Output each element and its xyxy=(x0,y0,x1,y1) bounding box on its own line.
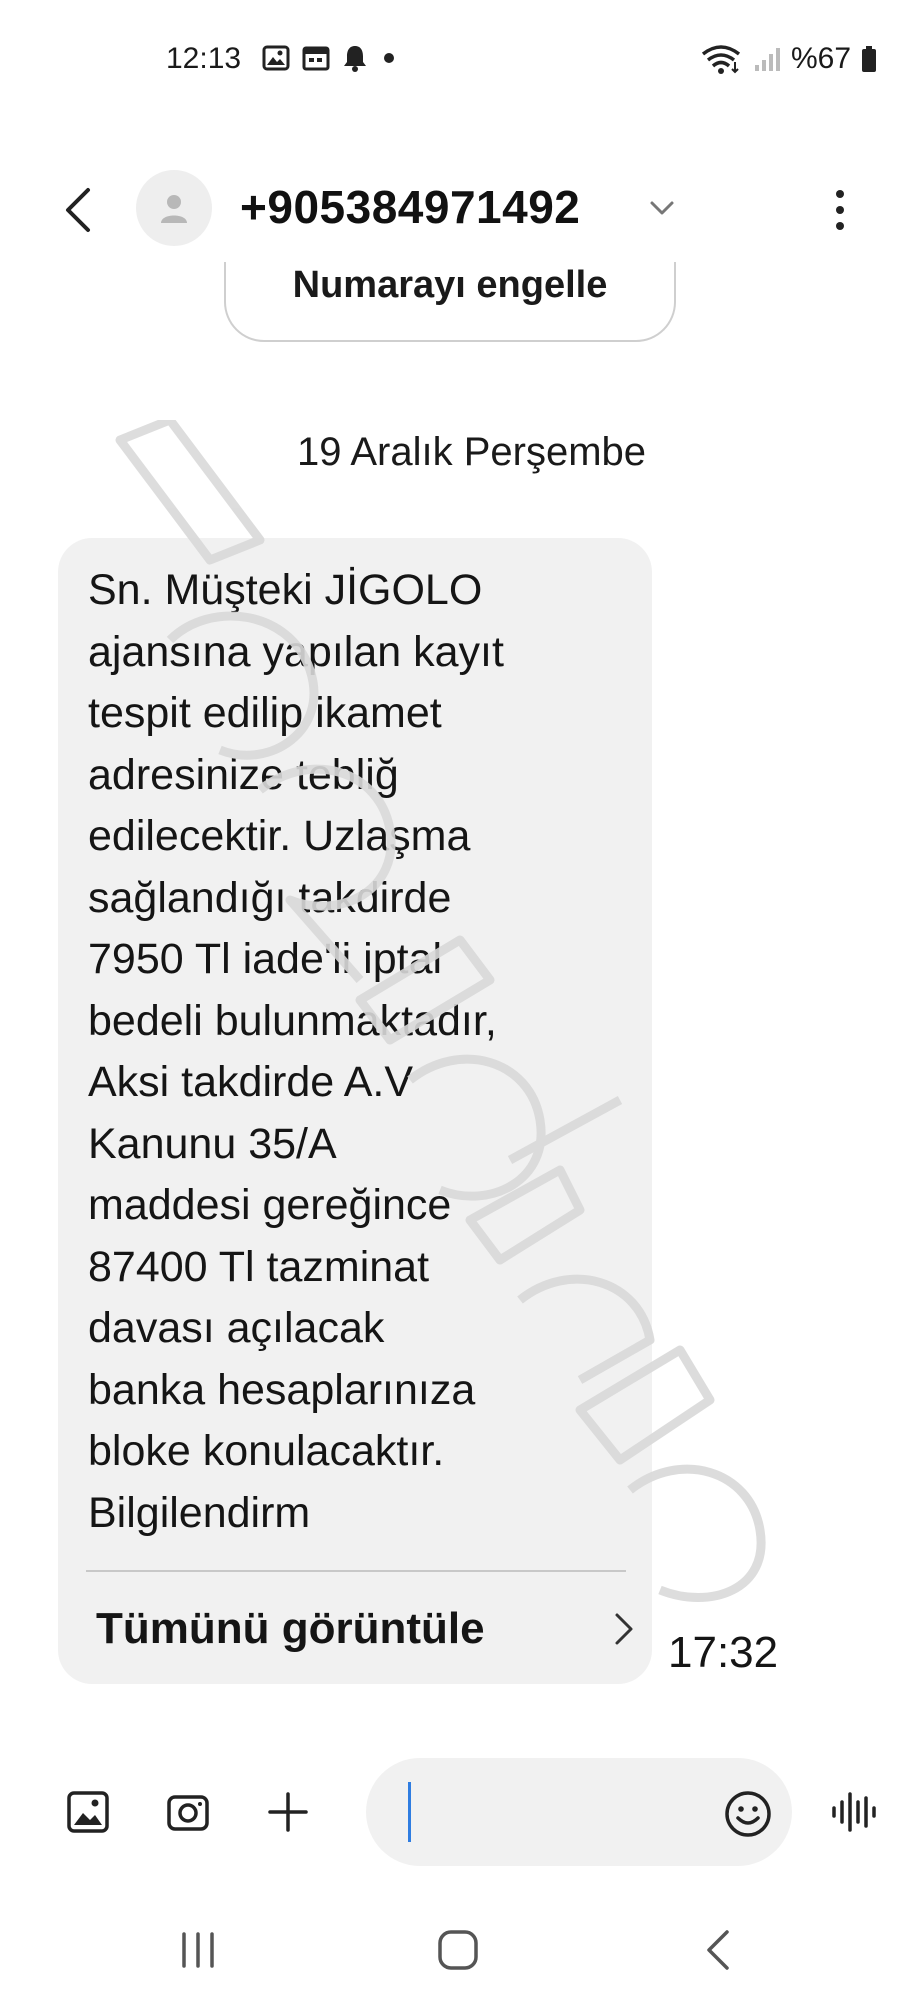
recent-apps-button[interactable] xyxy=(168,1920,228,1980)
voice-waveform-icon xyxy=(832,1792,876,1832)
wifi-icon xyxy=(701,45,741,74)
camera-icon xyxy=(167,1795,209,1831)
message-line: sağlandığı takdirde xyxy=(88,873,452,922)
person-icon xyxy=(161,195,187,223)
contact-avatar[interactable] xyxy=(136,170,212,246)
message-line: ajansına yapılan kayıt xyxy=(88,627,504,676)
composer-bar xyxy=(0,1752,923,1872)
battery-icon xyxy=(862,46,876,72)
system-status-icons: %67 xyxy=(699,42,877,76)
text-caret xyxy=(408,1782,411,1842)
contact-name[interactable]: +905384971492 xyxy=(240,180,580,234)
back-button[interactable] xyxy=(52,182,102,238)
recent-apps-icon xyxy=(182,1932,214,1968)
message-input[interactable] xyxy=(416,1778,686,1846)
message-bubble[interactable]: Sn. Müşteki JİGOLO ajansına yapılan kayı… xyxy=(58,538,652,1684)
message-line: bedeli bulunmaktadır, xyxy=(88,996,497,1045)
gallery-button[interactable] xyxy=(60,1784,116,1840)
message-line: maddesi gereğince xyxy=(88,1181,452,1229)
message-line: adresinize tebliğ xyxy=(88,750,399,799)
home-icon xyxy=(438,1930,478,1970)
voice-input-button[interactable] xyxy=(826,1784,882,1840)
status-bar: 12:13 %67 xyxy=(0,0,923,120)
cellular-signal-icon xyxy=(754,48,780,71)
bubble-divider xyxy=(86,1570,626,1572)
home-button[interactable] xyxy=(428,1920,488,1980)
message-timestamp: 17:32 xyxy=(668,1628,779,1677)
message-line: 87400 Tl tazminat xyxy=(88,1242,430,1291)
chevron-down-icon[interactable] xyxy=(644,190,680,226)
back-chevron-icon xyxy=(707,1930,729,1970)
message-input-field[interactable] xyxy=(366,1758,792,1866)
image-notification-icon xyxy=(262,45,290,71)
message-line: Kanunu 35/A xyxy=(88,1119,337,1168)
message-line: bloke konulacaktır. xyxy=(88,1427,445,1475)
more-vertical-icon xyxy=(836,190,844,230)
message-text: Sn. Müşteki JİGOLO ajansına yapılan kayı… xyxy=(88,560,648,1544)
chevron-right-icon xyxy=(615,1613,633,1645)
conversation-header: +905384971492 xyxy=(0,160,923,260)
message-line: Aksi takdirde A.V xyxy=(88,1058,414,1106)
emoji-icon[interactable] xyxy=(722,1788,774,1840)
gallery-icon xyxy=(67,1791,109,1833)
status-time: 12:13 xyxy=(166,42,242,75)
calendar-notification-icon xyxy=(302,46,330,71)
date-divider: 19 Aralık Perşembe xyxy=(296,430,647,474)
message-line: banka hesaplarınıza xyxy=(88,1365,476,1414)
back-arrow-icon xyxy=(66,188,90,232)
block-number-label: Numarayı engelle xyxy=(292,264,608,306)
message-line: Bilgilendirm xyxy=(88,1488,311,1537)
attach-button[interactable] xyxy=(260,1784,316,1840)
message-line: 7950 Tl iade'li iptal xyxy=(88,935,443,983)
view-all-label: Tümünü görüntüle xyxy=(96,1604,485,1653)
message-line: Sn. Müşteki JİGOLO xyxy=(88,566,483,614)
more-options-button[interactable] xyxy=(820,182,860,238)
notification-icons xyxy=(262,44,398,72)
battery-percentage: %67 xyxy=(790,42,851,75)
more-notifications-dot-icon xyxy=(384,53,394,63)
system-back-button[interactable] xyxy=(688,1920,748,1980)
message-line: tespit edilip ikamet xyxy=(88,689,442,737)
bell-notification-icon xyxy=(344,46,366,72)
message-line: davası açılacak xyxy=(88,1304,385,1352)
plus-icon xyxy=(268,1792,308,1832)
block-number-button[interactable]: Numarayı engelle xyxy=(224,262,676,342)
view-all-button[interactable]: Tümünü görüntüle xyxy=(96,1594,636,1664)
message-line: edilecektir. Uzlaşma xyxy=(88,812,471,860)
camera-button[interactable] xyxy=(160,1784,216,1840)
system-navigation-bar xyxy=(0,1900,923,2000)
